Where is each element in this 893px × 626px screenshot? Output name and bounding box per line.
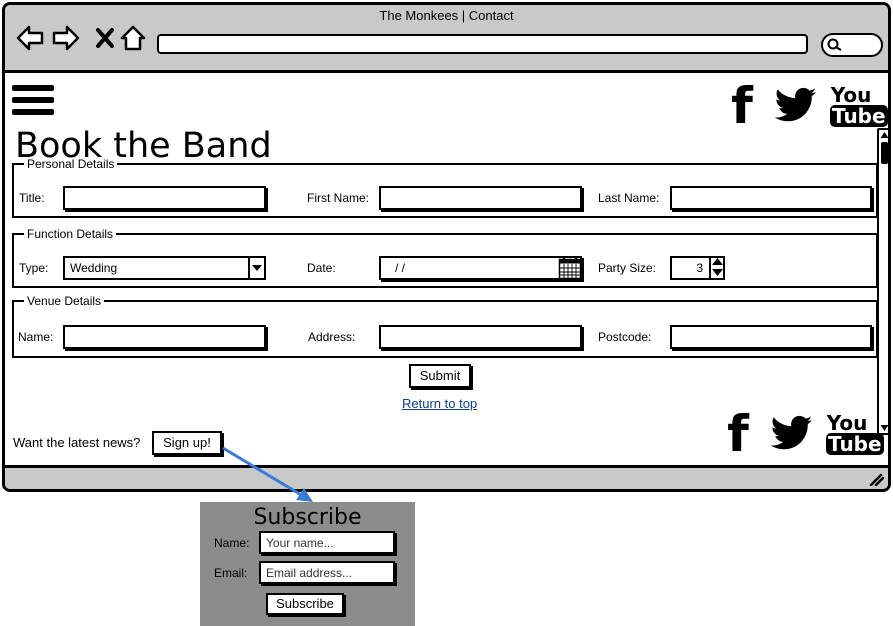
subscribe-email-input[interactable]: Email address... xyxy=(259,561,395,584)
subscribe-name-input[interactable]: Your name... xyxy=(259,531,395,554)
subscribe-title: Subscribe xyxy=(253,505,362,530)
subscribe-email-label: Email: xyxy=(214,566,248,580)
subscribe-name-label: Name: xyxy=(214,536,250,550)
subscribe-button[interactable]: Subscribe xyxy=(266,593,344,615)
subscribe-popup: Subscribe Name: Your name... Email: Emai… xyxy=(200,502,415,626)
connector-arrow xyxy=(222,446,313,502)
